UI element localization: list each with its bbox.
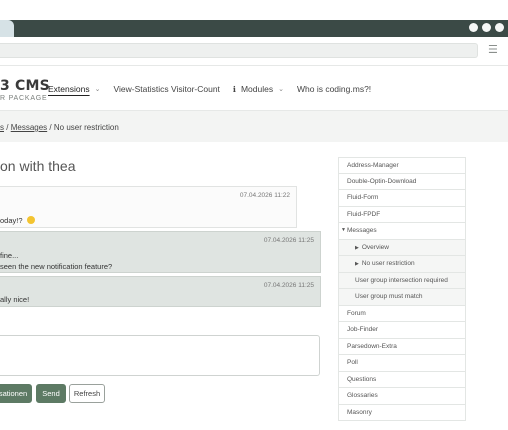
sidebar-item-forum[interactable]: Forum (338, 305, 466, 322)
sidebar-item-label: No user restriction (361, 260, 415, 267)
breadcrumb: s / Messages / No user restriction (0, 123, 119, 132)
sidebar-item-label: Messages (347, 227, 377, 234)
window-dot-icon[interactable] (469, 23, 478, 32)
sidebar-item-messages[interactable]: ▼ Messages (338, 223, 466, 240)
message-line: oday!? (0, 216, 25, 225)
breadcrumb-current: No user restriction (53, 123, 119, 132)
nav-item-view-statistics[interactable]: View-Statistics Visitor-Count (113, 84, 219, 94)
sidebar-item-questions[interactable]: Questions (338, 371, 466, 388)
sidebar-item-label: User group must match (355, 293, 423, 300)
sidebar-item-label: Address-Manager (347, 162, 399, 169)
tab-strip (0, 20, 508, 37)
browser-tab[interactable] (0, 20, 14, 37)
nav-item-extensions[interactable]: Extensions ⌄ (48, 84, 100, 94)
main-nav: Extensions ⌄ View-Statistics Visitor-Cou… (48, 84, 384, 94)
message-date: 07.04.2026 11:25 (263, 237, 314, 244)
message-item-own: 07.04.2026 11:25 ally nice! (0, 276, 321, 307)
sidebar-item-label: Double-Optin-Download (347, 177, 417, 185)
sidebar-item-job-finder[interactable]: Job-Finder (338, 322, 466, 339)
sidebar-item-label: Job-Finder (347, 326, 379, 333)
sidebar-item-label: Fluid-FPDF (347, 210, 381, 218)
message-date: 07.04.2026 11:25 (263, 282, 314, 289)
breadcrumb-separator: / (6, 123, 9, 132)
sidebar-item-label: Parsedown-Extra (347, 342, 397, 350)
chevron-down-icon: ⌄ (94, 86, 101, 93)
hamburger-icon[interactable]: ☰ (488, 44, 498, 56)
sidebar-menu: Address-Manager Double-Optin-Download Fl… (338, 157, 466, 421)
sidebar-item-overview[interactable]: ▶ Overview (338, 239, 466, 256)
nav-item-modules[interactable]: ℹ Modules ⌄ (233, 84, 284, 94)
nav-item-who-is-coding[interactable]: Who is coding.ms?! (297, 84, 371, 94)
page-title: on with thea (0, 158, 76, 174)
sidebar-item-user-group-must-match[interactable]: User group must match (338, 289, 466, 306)
sidebar-item-label: Glossaries (347, 392, 378, 399)
message-item-own: 07.04.2026 11:25 fine... seen the new no… (0, 231, 321, 273)
conversations-button[interactable]: sationen (0, 384, 32, 403)
sidebar-item-fluid-form[interactable]: Fluid-Form (338, 190, 466, 207)
breadcrumb-separator: / (49, 123, 52, 132)
logo-sub-text: R PACKAGE (0, 95, 48, 102)
message-text: oday!? (0, 216, 35, 225)
window-controls (469, 23, 504, 32)
message-line: ally nice! (0, 295, 30, 304)
sidebar-item-double-optin-download[interactable]: Double-Optin-Download (338, 173, 466, 190)
sidebar-item-parsedown-extra[interactable]: Parsedown-Extra (338, 338, 466, 355)
triangle-down-icon: ▼ (341, 227, 346, 233)
sidebar-item-poll[interactable]: Poll (338, 355, 466, 372)
breadcrumb-link-messages[interactable]: Messages (11, 123, 47, 132)
sidebar-item-masonry[interactable]: Masonry (338, 404, 466, 421)
sidebar-item-label: Questions (347, 375, 377, 383)
message-input[interactable] (0, 335, 320, 376)
nav-item-label: View-Statistics Visitor-Count (113, 84, 220, 94)
browser-chrome: ☰ (0, 0, 508, 66)
window-dot-icon[interactable] (482, 23, 491, 32)
triangle-right-icon: ▶ (355, 244, 359, 251)
breadcrumb-link[interactable]: s (0, 123, 4, 132)
sidebar-item-label: Fluid-Form (347, 194, 379, 201)
message-line: seen the new notification feature? (0, 262, 113, 271)
nav-item-label: Extensions (48, 84, 90, 94)
nav-item-label: Modules (240, 84, 274, 94)
sidebar-item-fluid-fpdf[interactable]: Fluid-FPDF (338, 206, 466, 223)
sidebar-item-address-manager[interactable]: Address-Manager (338, 157, 466, 174)
site-logo[interactable]: 3 CMS R PACKAGE (0, 78, 50, 103)
sidebar-item-user-group-intersection[interactable]: User group intersection required (338, 272, 466, 289)
refresh-button[interactable]: Refresh (69, 384, 105, 403)
sidebar-item-no-user-restriction[interactable]: ▶ No user restriction (338, 256, 466, 273)
divider (0, 65, 508, 66)
logo-main-text: 3 CMS (0, 78, 50, 94)
message-item: 07.04.2026 11:22 oday!? (0, 186, 297, 228)
nav-item-label: Who is coding.ms?! (296, 84, 372, 94)
smiley-icon (26, 216, 35, 224)
sidebar-item-glossaries[interactable]: Glossaries (338, 388, 466, 405)
address-bar[interactable] (0, 43, 478, 58)
chevron-down-icon: ⌄ (278, 86, 284, 93)
message-date: 07.04.2026 11:22 (239, 192, 290, 199)
triangle-right-icon: ▶ (355, 261, 359, 267)
sidebar-item-label: Overview (361, 243, 389, 251)
sidebar-item-label: Forum (347, 309, 366, 317)
message-line: fine... (0, 251, 19, 260)
sidebar-item-label: User group intersection required (355, 276, 448, 284)
send-button[interactable]: Send (36, 384, 66, 403)
sidebar-item-label: Masonry (347, 408, 372, 416)
sidebar-item-label: Poll (347, 359, 358, 366)
info-icon: ℹ (232, 84, 236, 94)
window-dot-icon[interactable] (495, 23, 504, 32)
